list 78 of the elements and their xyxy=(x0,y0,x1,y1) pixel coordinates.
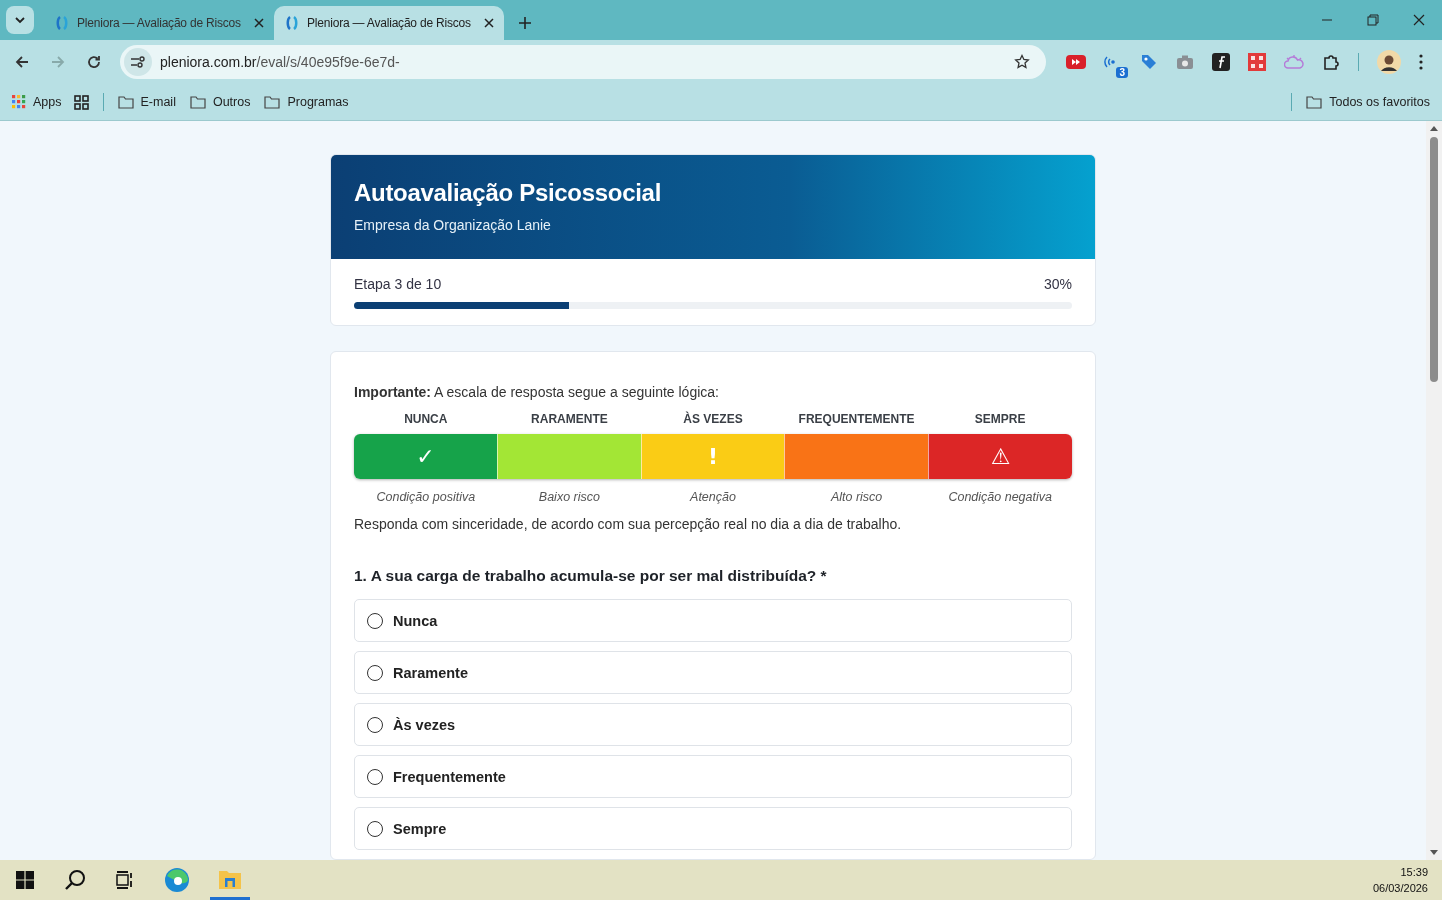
progress-percent: 30% xyxy=(1043,276,1072,292)
answer-option[interactable]: Frequentemente xyxy=(354,755,1072,798)
clock-date: 06/03/2026 xyxy=(1372,882,1428,894)
answer-option[interactable]: Sempre xyxy=(354,807,1072,850)
scrollbar-thumb[interactable] xyxy=(1430,137,1438,382)
tab-groups-icon[interactable] xyxy=(73,94,89,110)
option-label: Às vezes xyxy=(393,716,456,733)
question-text: 1. A sua carga de trabalho acumula-se por ser mal distribuída? * xyxy=(354,567,828,585)
option-label: Raramente xyxy=(393,664,468,681)
scale-label: ÀS VEZES xyxy=(682,412,744,428)
video-extension-icon[interactable] xyxy=(1066,55,1086,69)
scrollbar[interactable] xyxy=(1426,121,1442,860)
scale-symbol: ⚠ xyxy=(990,444,1011,469)
close-tab-icon[interactable] xyxy=(254,18,264,28)
scale-caption: Condição positiva xyxy=(375,489,477,504)
address-bar[interactable]: pleniora.com.br/eval/s/40e95f9e-6e7d- xyxy=(120,45,1046,79)
browser-app-icon[interactable] xyxy=(164,867,190,893)
scale-symbol: ✓ xyxy=(416,444,435,469)
search-icon[interactable] xyxy=(64,869,86,891)
answer-option[interactable]: Raramente xyxy=(354,651,1072,694)
extension-badge: 3 xyxy=(1116,67,1128,78)
scale-symbol: ! xyxy=(707,444,718,469)
folder-icon xyxy=(117,95,134,109)
site-settings-icon[interactable] xyxy=(130,55,146,69)
browser-tab[interactable]: Pleniora — Avaliação de Riscos xyxy=(274,6,504,40)
scale-label: RARAMENTE xyxy=(530,412,609,428)
scroll-down-icon[interactable] xyxy=(1430,850,1438,856)
folder-icon xyxy=(189,95,206,109)
option-label: Frequentemente xyxy=(393,768,506,785)
url-text: pleniora.com.br/eval/s/40e95f9e-6e7d- xyxy=(160,54,400,70)
new-tab-icon[interactable] xyxy=(518,16,532,30)
folder-icon xyxy=(264,95,281,109)
chevron-down-icon xyxy=(14,14,26,26)
extensions-puzzle-icon[interactable] xyxy=(1322,53,1340,71)
bookmark-item[interactable]: E-mail xyxy=(117,95,176,109)
scroll-up-icon[interactable] xyxy=(1430,125,1438,131)
clock-time: 15:39 xyxy=(1400,866,1428,878)
task-view-icon[interactable] xyxy=(116,871,134,889)
tab-title: Pleniora — Avaliação de Riscos xyxy=(307,16,472,30)
instruction-text: Responda com sinceridade, de acordo com sua percepção real no dia a dia de trabalho. xyxy=(354,516,903,532)
reload-icon[interactable] xyxy=(86,54,102,70)
apps-grid-icon xyxy=(12,95,26,109)
tab-search-button[interactable] xyxy=(6,6,34,34)
start-icon[interactable] xyxy=(16,871,34,889)
tag-extension-icon[interactable] xyxy=(1140,53,1158,71)
close-icon[interactable] xyxy=(1413,14,1425,26)
formula-extension-icon[interactable] xyxy=(1212,53,1230,71)
bookmark-item[interactable]: Outros xyxy=(189,95,251,109)
scale-label: NUNCA xyxy=(403,412,449,428)
back-icon[interactable] xyxy=(14,54,30,70)
close-tab-icon[interactable] xyxy=(484,18,494,28)
form-title: Autoavaliação Psicossocial xyxy=(354,179,662,207)
menu-icon[interactable] xyxy=(1419,54,1423,70)
camera-extension-icon[interactable] xyxy=(1176,54,1194,70)
site-logo-icon xyxy=(284,15,300,31)
option-label: Sempre xyxy=(393,820,447,837)
step-label: Etapa 3 de 10 xyxy=(354,276,442,292)
all-bookmarks-item[interactable]: Todos os favoritos xyxy=(1306,95,1430,109)
answer-option[interactable]: Nunca xyxy=(354,599,1072,642)
browser-tab[interactable]: Pleniora — Avaliação de Riscos xyxy=(44,6,274,40)
scale-caption: Baixo risco xyxy=(537,489,601,504)
restore-icon[interactable] xyxy=(1367,14,1379,26)
site-logo-icon xyxy=(54,15,70,31)
scale-intro: Importante: A escala de resposta segue a seguinte lógica: xyxy=(354,384,720,400)
answer-option[interactable]: Às vezes xyxy=(354,703,1072,746)
option-label: Nunca xyxy=(393,612,438,629)
scale-label: FREQUENTEMENTE xyxy=(797,412,916,428)
scale-caption: Alto risco xyxy=(829,489,884,504)
bookmark-item[interactable]: Programas xyxy=(264,95,349,109)
scale-caption: Condição negativa xyxy=(947,489,1053,504)
tab-title: Pleniora — Avaliação de Riscos xyxy=(77,16,242,30)
profile-avatar-icon[interactable] xyxy=(1377,50,1401,74)
scale-caption: Atenção xyxy=(688,489,737,504)
form-subtitle: Empresa da Organização Lanie xyxy=(354,217,552,233)
scale-label: SEMPRE xyxy=(973,412,1027,428)
bookmark-item[interactable]: Apps xyxy=(12,95,62,109)
folder-icon xyxy=(1306,95,1323,109)
bookmark-star-icon[interactable] xyxy=(1014,54,1030,70)
